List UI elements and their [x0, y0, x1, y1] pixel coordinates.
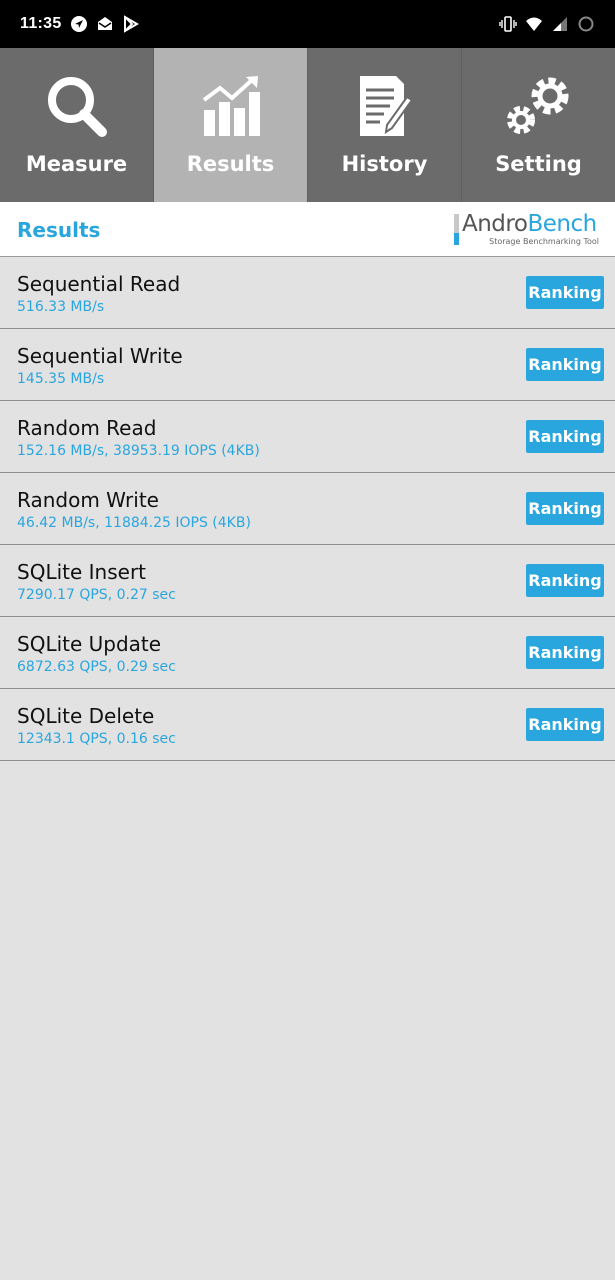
- list-item: SQLite Delete 12343.1 QPS, 0.16 sec Rank…: [0, 689, 615, 761]
- logo-text: AndroBench: [462, 211, 597, 237]
- wifi-icon: [525, 15, 543, 33]
- result-value: 152.16 MB/s, 38953.19 IOPS (4KB): [17, 443, 260, 459]
- battery-icon: [577, 15, 595, 33]
- list-item: Sequential Write 145.35 MB/s Ranking: [0, 329, 615, 401]
- result-value: 145.35 MB/s: [17, 371, 105, 387]
- status-bar: 11:35: [0, 0, 615, 48]
- status-time: 11:35: [20, 15, 62, 32]
- play-store-icon: [122, 15, 140, 33]
- list-item: Random Read 152.16 MB/s, 38953.19 IOPS (…: [0, 401, 615, 473]
- logo-bar-accent: [454, 233, 459, 245]
- logo-bench: Bench: [527, 211, 597, 237]
- ranking-button[interactable]: Ranking: [526, 492, 604, 525]
- page-title: Results: [17, 218, 101, 242]
- result-value: 516.33 MB/s: [17, 299, 105, 315]
- tab-label: Results: [186, 152, 275, 176]
- result-value: 6872.63 QPS, 0.29 sec: [17, 659, 176, 675]
- status-left: 11:35: [20, 15, 140, 33]
- status-right: [499, 15, 595, 33]
- tab-label: Measure: [25, 152, 128, 176]
- logo-tagline: Storage Benchmarking Tool: [489, 237, 599, 246]
- signal-icon: [551, 15, 569, 33]
- list-item: Random Write 46.42 MB/s, 11884.25 IOPS (…: [0, 473, 615, 545]
- ranking-button[interactable]: Ranking: [526, 420, 604, 453]
- result-name: SQLite Delete: [17, 704, 155, 728]
- result-name: SQLite Insert: [17, 560, 147, 584]
- androbench-logo: AndroBench Storage Benchmarking Tool: [454, 211, 599, 247]
- document-icon: [350, 72, 420, 142]
- result-name: Sequential Write: [17, 344, 183, 368]
- gears-icon: [504, 72, 574, 142]
- tab-bar: Measure Results History Setting: [0, 48, 615, 202]
- navigation-icon: [70, 15, 88, 33]
- ranking-button[interactable]: Ranking: [526, 564, 604, 597]
- ranking-button[interactable]: Ranking: [526, 636, 604, 669]
- ranking-button[interactable]: Ranking: [526, 276, 604, 309]
- ranking-button[interactable]: Ranking: [526, 708, 604, 741]
- tab-label: Setting: [495, 152, 582, 176]
- tab-measure[interactable]: Measure: [0, 48, 154, 202]
- result-name: Random Write: [17, 488, 159, 512]
- magnifier-icon: [42, 72, 112, 142]
- result-value: 46.42 MB/s, 11884.25 IOPS (4KB): [17, 515, 251, 531]
- tab-setting[interactable]: Setting: [462, 48, 615, 202]
- list-item: Sequential Read 516.33 MB/s Ranking: [0, 257, 615, 329]
- result-list: Sequential Read 516.33 MB/s Ranking Sequ…: [0, 257, 615, 761]
- result-name: SQLite Update: [17, 632, 162, 656]
- mail-icon: [96, 15, 114, 33]
- chart-icon: [196, 72, 266, 142]
- ranking-button[interactable]: Ranking: [526, 348, 604, 381]
- tab-history[interactable]: History: [308, 48, 462, 202]
- result-value: 12343.1 QPS, 0.16 sec: [17, 731, 176, 747]
- result-value: 7290.17 QPS, 0.27 sec: [17, 587, 176, 603]
- vibrate-icon: [499, 15, 517, 33]
- results-header: Results AndroBench Storage Benchmarking …: [0, 202, 615, 257]
- list-item: SQLite Update 6872.63 QPS, 0.29 sec Rank…: [0, 617, 615, 689]
- tab-results[interactable]: Results: [154, 48, 308, 202]
- logo-andro: Andro: [462, 211, 528, 237]
- tab-label: History: [341, 152, 428, 176]
- result-name: Random Read: [17, 416, 157, 440]
- result-name: Sequential Read: [17, 272, 181, 296]
- list-item: SQLite Insert 7290.17 QPS, 0.27 sec Rank…: [0, 545, 615, 617]
